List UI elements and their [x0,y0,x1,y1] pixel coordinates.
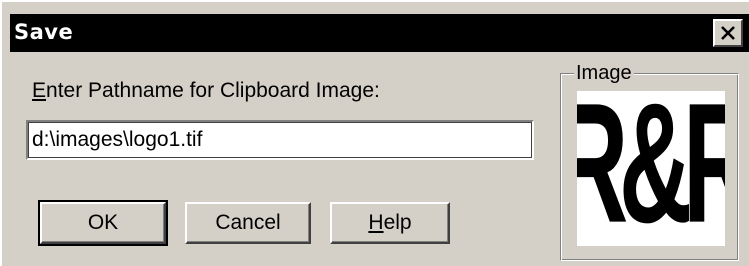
help-button[interactable]: Help [330,202,450,244]
pathname-input[interactable] [26,120,534,160]
close-icon [721,26,735,40]
pathname-label-accel: E [32,79,47,102]
dialog-title: Save [14,20,74,44]
title-bar[interactable]: Save [10,14,749,52]
cancel-button[interactable]: Cancel [185,202,311,244]
image-preview: R&R [577,91,725,246]
ok-button[interactable]: OK [38,200,168,246]
close-button[interactable] [713,19,743,47]
pathname-label: Enter Pathname for Clipboard Image: [32,79,380,103]
save-dialog: Save Enter Pathname for Clipboard Image:… [0,0,749,266]
cancel-button-label: Cancel [215,211,281,234]
pathname-label-text: nter Pathname for Clipboard Image: [46,79,380,102]
logo-text: R&R [577,91,725,246]
logo-image: R&R [577,91,725,246]
help-button-accel: H [368,211,384,234]
ok-button-label: OK [87,211,119,234]
help-button-label: elp [383,211,412,234]
image-group-label: Image [574,62,634,85]
